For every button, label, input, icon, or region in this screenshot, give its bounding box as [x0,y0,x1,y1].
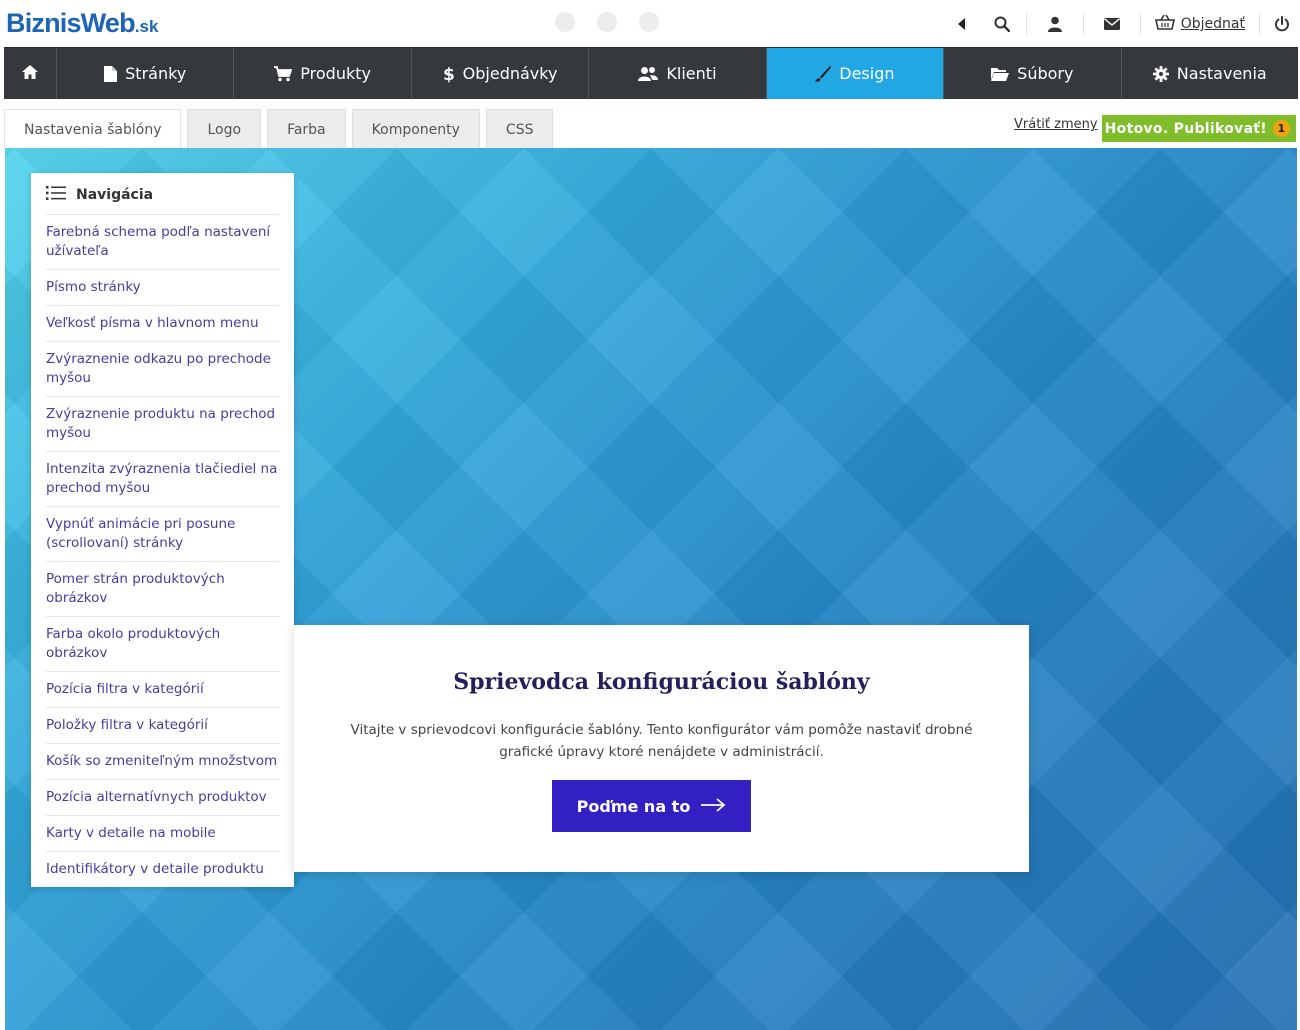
divider [1139,14,1141,34]
page-icon [104,65,118,82]
config-navigation-panel: Navigácia Farebná schema podľa nastavení… [31,173,294,887]
arrow-right-icon [700,797,726,816]
nav-item-klienti[interactable]: Klienti [589,48,767,99]
nav-link-disable-scroll-animations[interactable]: Vypnúť animácie pri posune (scrollovaní)… [46,507,279,562]
nav-item-label: Objednávky [462,64,558,83]
revert-changes-link[interactable]: Vrátiť zmeny [1014,117,1098,132]
sub-tab-bar: Nastavenia šablóny Logo Farba Komponenty… [4,99,1298,149]
nav-item-label: Stránky [125,64,187,83]
nav-link-color-scheme[interactable]: Farebná schema podľa nastavení užívateľa [46,215,279,270]
caret-left-icon[interactable] [942,0,982,48]
navigation-list: Farebná schema podľa nastavení užívateľa… [46,215,279,887]
nav-item-label: Design [839,64,895,83]
power-icon[interactable] [1264,0,1300,48]
svg-text:$: $ [443,65,455,83]
divider [1025,14,1027,34]
nav-link-filter-items[interactable]: Položky filtra v kategórií [46,708,279,744]
nav-link-button-hover-intensity[interactable]: Intenzita zvýraznenia tlačiediel na prec… [46,452,279,507]
nav-home[interactable] [4,48,57,99]
tab-css[interactable]: CSS [485,109,554,149]
nav-item-label: Klienti [666,64,717,83]
publish-count-badge: 1 [1273,120,1290,137]
start-wizard-label: Poďme na to [576,796,691,816]
nav-item-label: Nastavenia [1176,64,1267,83]
brush-icon [815,65,832,82]
gear-icon [1152,65,1169,82]
folder-icon [991,67,1010,81]
nav-item-subory[interactable]: Súbory [944,48,1122,99]
tab-color[interactable]: Farba [267,109,346,149]
basket-icon [1154,14,1175,34]
nav-link-product-identifiers[interactable]: Identifikátory v detaile produktu [46,852,279,887]
nav-link-cart-quantity[interactable]: Košík so zmeniteľným množstvom [46,744,279,780]
list-icon [46,185,66,204]
top-bar: BiznisWeb.sk Objednať [0,0,1300,48]
nav-link-mobile-detail-tabs[interactable]: Karty v detaile na mobile [46,816,279,852]
tab-logo[interactable]: Logo [187,109,262,149]
search-icon[interactable] [982,0,1022,48]
navigation-header: Navigácia [46,173,279,215]
dollar-icon: $ [443,65,455,83]
divider [1259,14,1260,34]
users-icon [638,66,659,82]
divider [1082,14,1084,34]
top-actions: Objednať [942,0,1300,48]
nav-link-alternative-products[interactable]: Pozícia alternatívnych produktov [46,780,279,816]
order-label: Objednať [1180,16,1245,32]
nav-link-image-aspect-ratio[interactable]: Pomer strán produktových obrázkov [46,562,279,617]
user-icon[interactable] [1031,0,1079,48]
cart-icon [274,65,293,82]
publish-button[interactable]: Hotovo. Publikovať! 1 [1102,115,1296,142]
nav-link-filter-position[interactable]: Pozícia filtra v kategórií [46,672,279,708]
nav-link-image-background-color[interactable]: Farba okolo produktových obrázkov [46,617,279,672]
nav-item-design[interactable]: Design [766,48,945,99]
template-tabs: Nastavenia šablóny Logo Farba Komponenty… [4,109,554,149]
nav-item-label: Súbory [1017,64,1074,83]
nav-item-stranky[interactable]: Stránky [57,48,235,99]
nav-link-product-hover[interactable]: Zvýraznenie produktu na prechod myšou [46,397,279,452]
faded-counters [555,12,659,32]
home-icon [21,64,39,84]
wizard-title: Sprievodca konfiguráciou šablóny [453,669,870,695]
nav-link-menu-font-size[interactable]: Veľkosť písma v hlavnom menu [46,306,279,342]
start-wizard-button[interactable]: Poďme na to [552,780,751,832]
nav-item-objednavky[interactable]: $ Objednávky [412,48,590,99]
tab-template-settings[interactable]: Nastavenia šablóny [4,109,182,149]
nav-item-label: Produkty [300,64,371,83]
navigation-title: Navigácia [76,186,154,203]
wizard-description: Vitajte v sprievodcovi konfigurácie šabl… [350,722,973,760]
main-nav: Stránky Produkty $ Objednávky Klienti De… [4,47,1298,99]
order-link[interactable]: Objednať [1145,14,1255,34]
nav-item-nastavenia[interactable]: Nastavenia [1122,48,1298,99]
brand-logo[interactable]: BiznisWeb.sk [6,8,158,39]
publish-label: Hotovo. Publikovať! [1104,120,1267,137]
tab-components[interactable]: Komponenty [351,109,480,149]
nav-link-link-hover[interactable]: Zvýraznenie odkazu po prechode myšou [46,342,279,397]
nav-item-produkty[interactable]: Produkty [234,48,412,99]
mail-icon[interactable] [1088,0,1136,48]
wizard-card: Sprievodca konfiguráciou šablóny Vitajte… [294,625,1029,872]
nav-link-page-font[interactable]: Písmo stránky [46,270,279,306]
